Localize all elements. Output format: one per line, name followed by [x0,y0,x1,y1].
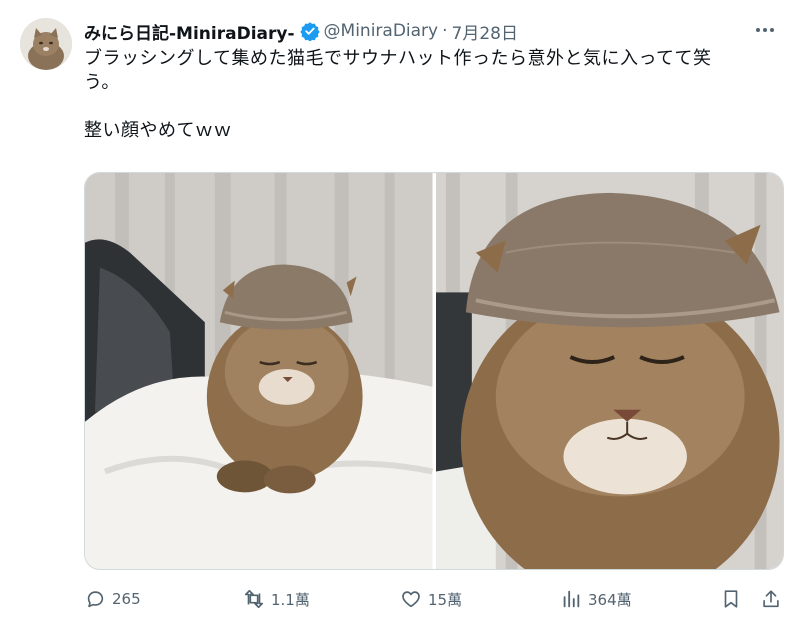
tweet-line-2: う。 [84,72,120,93]
reply-count: 265 [112,590,141,608]
tweet-line-1: ブラッシングして集めた猫毛でサウナハット作ったら意外と気に入ってて笑 [84,48,712,69]
bookmark-button[interactable] [720,584,748,614]
display-name[interactable]: みにら日記-MiniraDiary- [84,19,295,44]
views-chart-icon [563,590,580,608]
verified-badge-icon [299,22,320,41]
retweet-count: 1.1萬 [271,590,310,609]
more-dot [770,28,774,32]
more-options-button[interactable] [751,18,779,42]
heart-icon [402,591,420,608]
bookmark-icon [724,590,738,608]
tweet-text: ブラッシングして集めた猫毛でサウナハット作ったら意外と気に入ってて笑 う。 整い… [84,47,784,143]
share-button[interactable] [760,584,788,614]
like-button[interactable]: 15萬 [400,584,462,614]
user-handle[interactable]: @MiniraDiary [324,21,439,41]
retweet-icon [244,589,264,609]
action-bar: 265 1.1萬 15萬 364萬 [84,584,784,614]
retweet-button[interactable]: 1.1萬 [243,584,310,614]
reply-button[interactable]: 265 [84,584,141,614]
photo-cat-closeup[interactable] [435,173,783,569]
photo-cat-with-fur-hat[interactable] [85,173,433,569]
reply-icon [87,591,104,608]
tweet-line-3: 整い顔やめてｗｗ [84,120,232,141]
like-count: 15萬 [428,590,463,609]
more-dot [763,28,767,32]
media-grid [84,172,784,570]
share-icon [763,590,779,608]
more-dots-icon [756,28,760,32]
views-button[interactable]: 364萬 [560,584,632,614]
views-count: 364萬 [588,590,632,609]
separator-dot: · [442,21,448,41]
avatar[interactable] [20,18,72,70]
post-date[interactable]: 7月28日 [452,19,518,44]
tweet-header: みにら日記-MiniraDiary- @MiniraDiary · 7月28日 [84,19,739,44]
